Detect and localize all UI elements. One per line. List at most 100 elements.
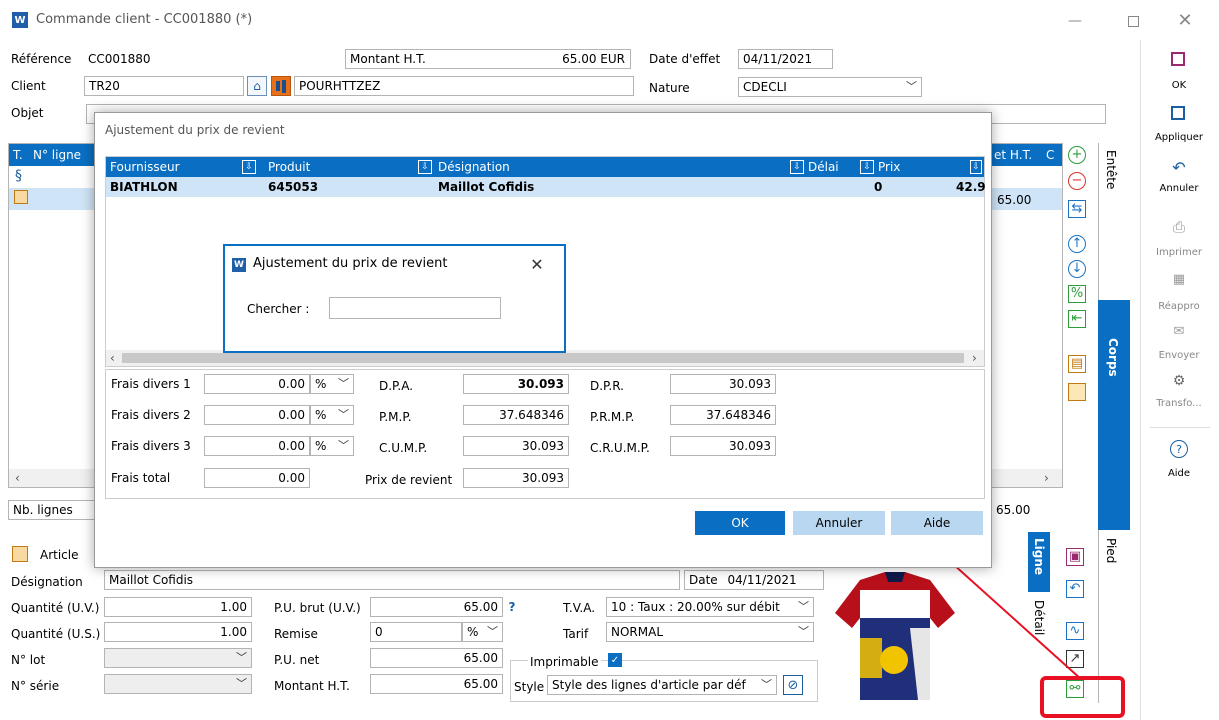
imprimer-label[interactable]: Imprimer <box>1144 247 1214 258</box>
col-prix[interactable]: Prix <box>878 160 900 174</box>
col-designation[interactable]: Désignation <box>438 160 510 174</box>
cancel-button[interactable]: Annuler <box>793 511 885 535</box>
reappro-label[interactable]: Réappro <box>1144 301 1214 312</box>
qty-uv-label: Quantité (U.V.) <box>11 601 100 615</box>
serie-select[interactable]: ﹀ <box>104 674 252 694</box>
sort-icon[interactable]: ⇩ <box>790 160 804 174</box>
pu-brut-field[interactable]: 65.00 <box>370 597 503 617</box>
no-style-icon[interactable]: ⊘ <box>783 675 803 695</box>
reference-label: Référence <box>11 52 72 66</box>
client-code-field[interactable]: TR20 <box>84 76 244 96</box>
scroll-right-icon[interactable]: › <box>1044 471 1049 485</box>
row-amount: 65.00 <box>997 193 1032 207</box>
sort-icon[interactable]: ⇩ <box>418 160 432 174</box>
date-label: Date <box>689 573 718 587</box>
envoyer-label[interactable]: Envoyer <box>1144 350 1214 361</box>
chevron-down-icon: ﹀ <box>487 625 498 638</box>
help-mark-icon[interactable]: ? <box>505 598 519 616</box>
search-dialog-title: Ajustement du prix de revient <box>253 256 448 271</box>
annuler-label[interactable]: Annuler <box>1144 183 1214 194</box>
qty-uv-field[interactable]: 1.00 <box>104 597 252 617</box>
help-icon[interactable]: ? <box>1170 440 1188 458</box>
reappro-icon[interactable]: ▦ <box>1170 270 1188 288</box>
tab-entete[interactable]: Entête <box>1104 150 1118 189</box>
insert-line-icon[interactable]: ⇆ <box>1068 200 1086 218</box>
article-label: Article <box>40 548 79 562</box>
lot-select[interactable]: ﹀ <box>104 648 252 668</box>
col-delai[interactable]: Délai <box>808 160 839 174</box>
send-icon[interactable]: ✉ <box>1170 322 1188 340</box>
close-button[interactable]: ✕ <box>1170 8 1200 32</box>
col-line-header: N° ligne <box>33 148 82 162</box>
tarif-select[interactable]: NORMAL ﹀ <box>606 622 814 642</box>
designation-field[interactable]: Maillot Cofidis <box>104 570 680 590</box>
remise-unit-select[interactable]: % ﹀ <box>462 622 503 642</box>
frais2-field[interactable]: 0.00 <box>204 405 310 425</box>
close-icon[interactable]: ✕ <box>525 252 549 276</box>
appliquer-label[interactable]: Appliquer <box>1144 132 1214 143</box>
serie-label: N° série <box>11 679 60 693</box>
frais-unit: % <box>315 408 327 422</box>
undo-icon[interactable]: ↶ <box>1170 158 1188 177</box>
cell-fournisseur: BIATHLON <box>110 180 178 194</box>
remove-line-icon[interactable]: − <box>1068 172 1086 190</box>
scroll-left-icon[interactable]: ‹ <box>110 351 115 365</box>
tva-select[interactable]: 10 : Taux : 20.00% sur débit ﹀ <box>606 597 814 617</box>
maximize-icon <box>1127 15 1139 27</box>
scroll-right-icon[interactable]: › <box>972 351 977 365</box>
sort-icon[interactable]: ⇩ <box>242 160 256 174</box>
frais3-field[interactable]: 0.00 <box>204 436 310 456</box>
move-up-icon[interactable]: ↑ <box>1068 235 1086 253</box>
remise-field[interactable]: 0 <box>370 622 462 642</box>
save-icon[interactable] <box>1171 52 1185 66</box>
date-effet-field[interactable]: 04/11/2021 <box>738 49 833 69</box>
scroll-thumb[interactable] <box>122 353 964 363</box>
chart-icon[interactable] <box>271 76 291 96</box>
percent-icon[interactable]: % <box>1068 285 1086 303</box>
sort-icon[interactable]: ⇩ <box>860 160 874 174</box>
frais2-unit-select[interactable]: % ﹀ <box>310 405 354 425</box>
style-value: Style des lignes d'article par déf <box>552 678 746 692</box>
dpa-field: 30.093 <box>463 374 569 394</box>
folder-icon[interactable] <box>1068 383 1086 401</box>
help-button[interactable]: Aide <box>891 511 983 535</box>
import-icon[interactable]: ⇤ <box>1068 310 1086 328</box>
transfo-label[interactable]: Transfo... <box>1144 398 1214 409</box>
sort-icon[interactable]: ⇩ <box>970 160 982 174</box>
print-icon[interactable]: ⎙ <box>1170 218 1188 236</box>
client-name-field[interactable]: POURHTTZEZ <box>294 76 634 96</box>
col-produit[interactable]: Produit <box>268 160 310 174</box>
aide-label[interactable]: Aide <box>1144 468 1214 479</box>
ok-label[interactable]: OK <box>1144 80 1214 91</box>
apply-icon[interactable] <box>1171 106 1185 120</box>
dpa-label: D.P.A. <box>379 379 414 393</box>
move-down-icon[interactable]: ↓ <box>1068 260 1086 278</box>
frais2-label: Frais divers 2 <box>111 408 191 422</box>
frais3-unit-select[interactable]: % ﹀ <box>310 436 354 456</box>
table-row[interactable] <box>106 177 984 197</box>
scroll-left-icon[interactable]: ‹ <box>15 471 20 485</box>
imprimable-checkbox[interactable]: ✓ <box>608 653 622 667</box>
maximize-button[interactable] <box>1118 10 1148 32</box>
date-field[interactable]: Date 04/11/2021 <box>684 570 824 590</box>
qty-us-field[interactable]: 1.00 <box>104 622 252 642</box>
ok-button[interactable]: OK <box>695 511 785 535</box>
prix-revient-field[interactable]: 30.093 <box>463 468 569 488</box>
chercher-label: Chercher : <box>247 302 310 316</box>
montant-ht-value: 65.00 EUR <box>562 52 625 66</box>
style-select[interactable]: Style des lignes d'article par déf ﹀ <box>547 675 777 695</box>
transform-icon[interactable]: ⚙ <box>1170 372 1188 390</box>
nature-select[interactable]: CDECLI ﹀ <box>738 77 922 97</box>
qty-us-label: Quantité (U.S.) <box>11 627 101 641</box>
nb-lignes-label: Nb. lignes <box>13 503 73 517</box>
minimize-button[interactable]: — <box>1060 10 1090 32</box>
col-fournisseur[interactable]: Fournisseur <box>110 160 180 174</box>
home-icon[interactable]: ⌂ <box>247 76 267 96</box>
search-input[interactable] <box>329 297 501 319</box>
frais1-field[interactable]: 0.00 <box>204 374 310 394</box>
document-icon[interactable]: ▤ <box>1068 355 1086 373</box>
add-line-icon[interactable]: + <box>1068 146 1086 164</box>
tab-corps[interactable] <box>1098 300 1130 530</box>
frais1-unit-select[interactable]: % ﹀ <box>310 374 354 394</box>
tab-pied[interactable]: Pied <box>1104 538 1118 563</box>
